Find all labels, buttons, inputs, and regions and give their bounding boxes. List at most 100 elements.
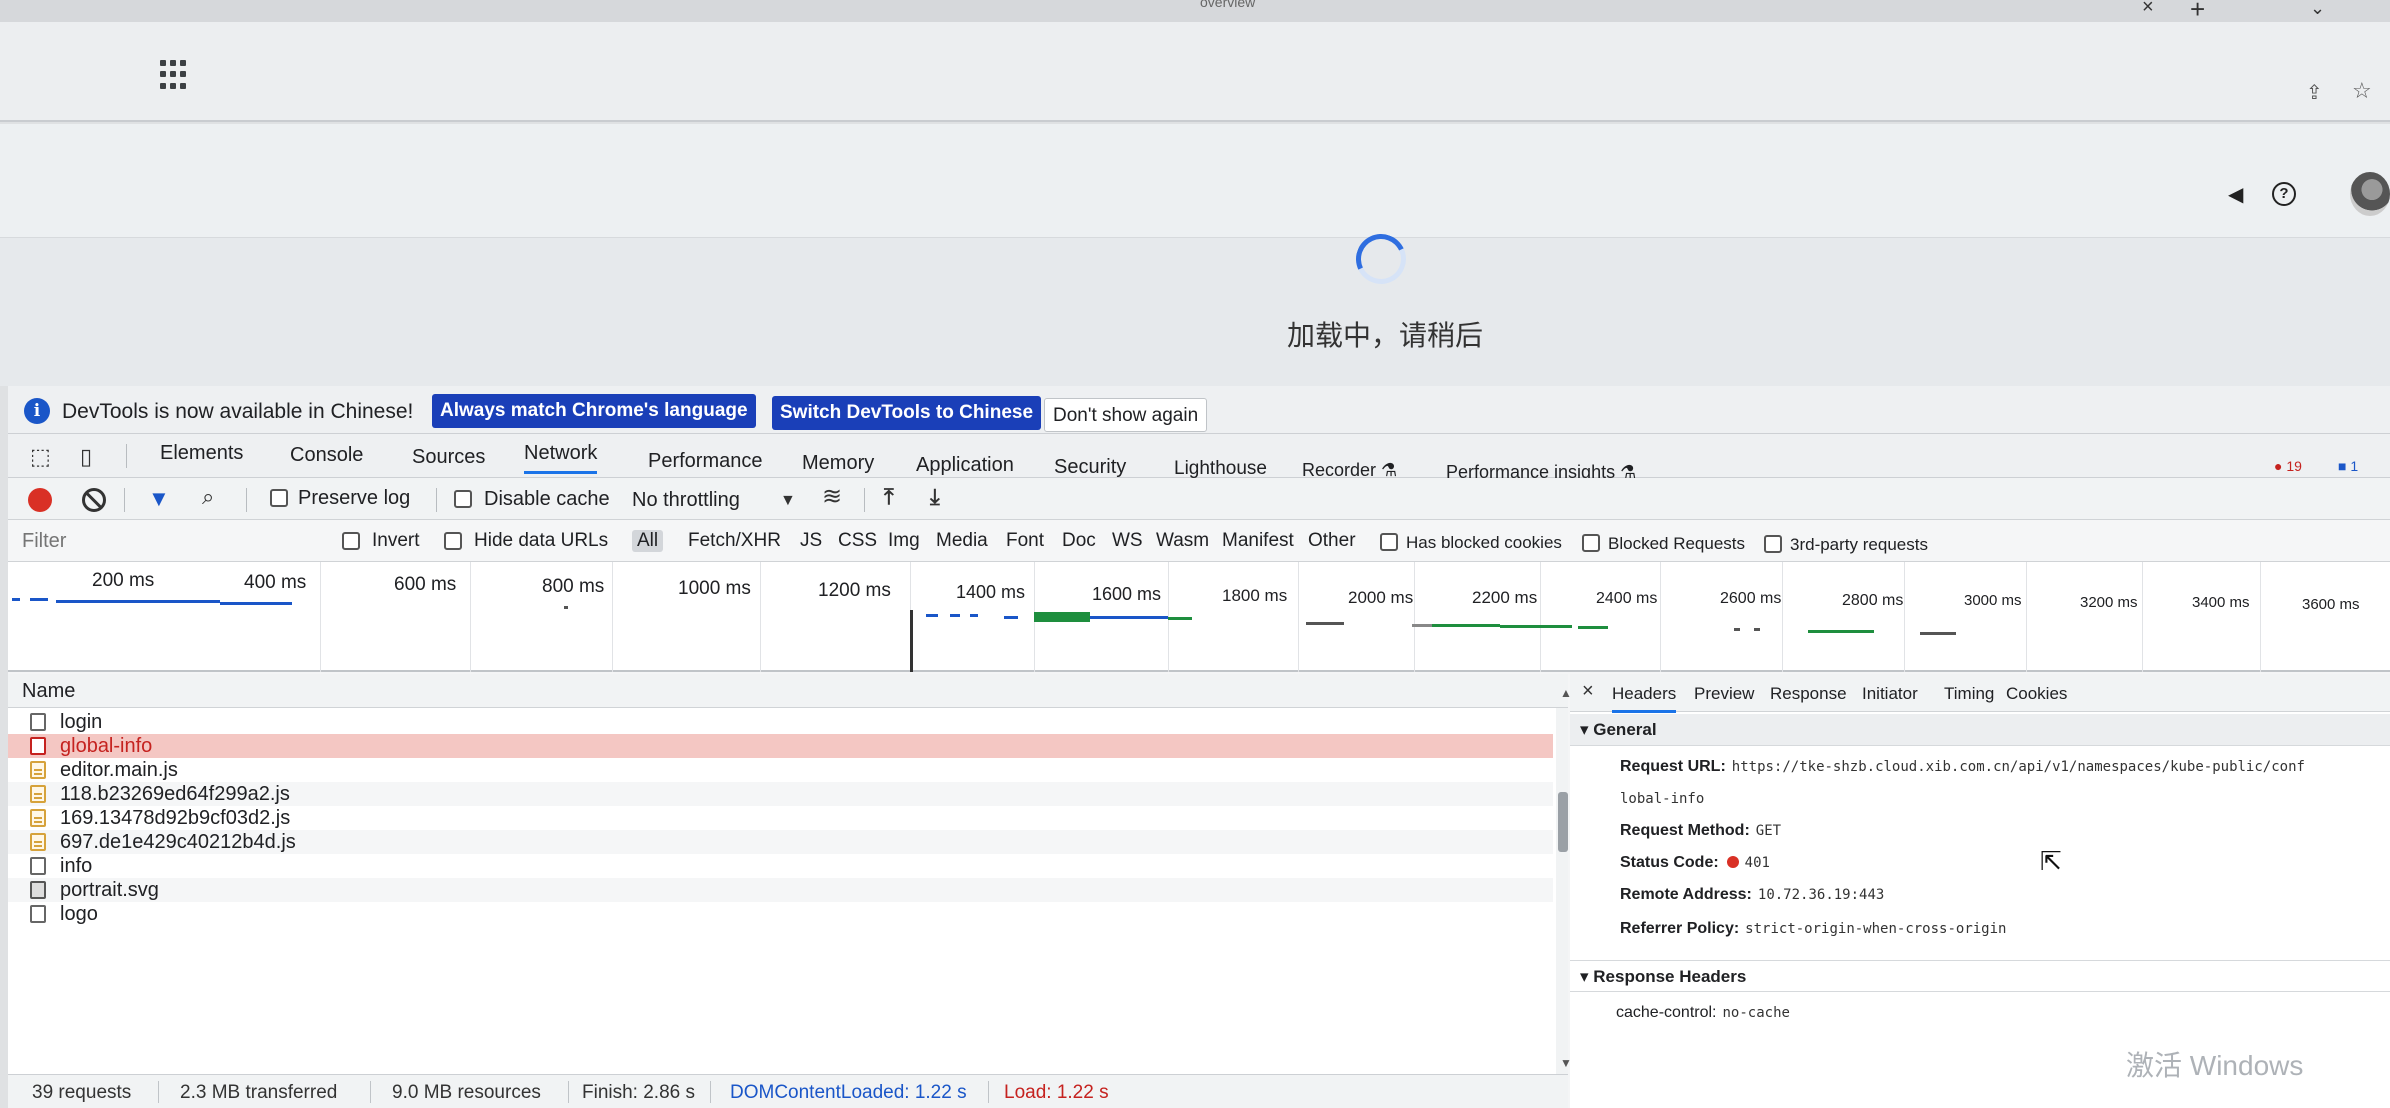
close-tab-icon[interactable]: × [2142,0,2154,19]
filter-funnel-icon[interactable]: ▼ [148,486,170,512]
disable-cache-checkbox[interactable] [454,490,472,508]
share-icon[interactable]: ⇪ [2306,80,2323,105]
apps-grid-icon[interactable] [160,60,190,90]
blocked-requests-label: Blocked Requests [1608,534,1746,553]
response-headers-section-header[interactable]: ▾ Response Headers [1570,960,2390,992]
invert-checkbox[interactable] [342,532,360,550]
device-toolbar-icon[interactable]: ▯ [80,444,92,470]
request-row[interactable]: portrait.svg [8,878,1553,902]
blocked-requests-checkbox[interactable] [1582,534,1600,552]
timeline-bar [220,602,292,605]
message-count-badge[interactable]: ■ 1 [2338,458,2358,474]
inspect-element-icon[interactable]: ⬚ [30,444,51,470]
finish-time: Finish: 2.86 s [582,1082,695,1103]
request-row[interactable]: login [8,710,1553,734]
column-name-header[interactable]: Name [22,680,75,703]
type-filter-ws[interactable]: WS [1112,530,1143,552]
import-har-icon[interactable]: ⤒ [884,484,894,510]
type-filter-font[interactable]: Font [1006,530,1044,552]
tab-memory[interactable]: Memory [802,452,874,475]
timeline-gridline [1782,562,1783,672]
tab-console[interactable]: Console [290,444,363,467]
help-icon[interactable]: ? [2272,182,2296,206]
request-row[interactable]: info [8,854,1553,878]
announcement-icon[interactable]: ◀ [2228,182,2243,207]
type-filter-fetch-xhr[interactable]: Fetch/XHR [688,530,781,552]
export-har-icon[interactable]: ⤓ [930,484,940,510]
status-code-value: 401 [1744,855,1770,871]
timeline-bar [56,600,220,603]
web-page: ◀ ? 加载中，请稍后 [0,124,2390,386]
type-filter-media[interactable]: Media [936,530,988,552]
timeline-bar [1432,624,1500,627]
document-icon [30,905,46,923]
dont-show-again-button[interactable]: Don't show again [1044,398,1208,432]
request-row[interactable]: editor.main.js [8,758,1553,782]
hide-data-urls-checkbox[interactable] [444,532,462,550]
timeline-tick: 2600 ms [1720,590,1782,607]
tab-security[interactable]: Security [1054,456,1126,479]
toolbar-divider [124,488,125,512]
tab-network[interactable]: Network [524,442,598,474]
timeline-tick: 2200 ms [1472,588,1538,607]
status-code-key: Status Code: [1620,854,1719,871]
request-name: logo [60,903,98,925]
browser-tab-title[interactable]: overview [1200,0,1255,10]
record-button[interactable] [28,488,52,512]
tab-headers[interactable]: Headers [1612,684,1677,713]
request-list-scrollbar[interactable] [1556,708,1568,1074]
close-details-icon[interactable]: × [1582,680,1594,703]
tab-timing[interactable]: Timing [1944,684,1994,704]
preserve-log-checkbox[interactable] [270,489,288,507]
timeline-tick: 200 ms [92,570,155,591]
switch-to-chinese-button[interactable]: Switch DevTools to Chinese [772,396,1042,430]
request-url-continuation: lobal-info [1620,790,1704,808]
type-filter-img[interactable]: Img [888,530,920,552]
type-filter-other[interactable]: Other [1308,530,1356,552]
request-method-key: Request Method: [1620,822,1750,839]
error-count-badge[interactable]: ● 19 [2274,458,2302,474]
search-icon[interactable]: ⌕ [202,484,214,510]
tab-elements[interactable]: Elements [160,442,243,465]
status-code-row: Status Code: 401 [1620,854,1770,872]
tab-cookies[interactable]: Cookies [2006,684,2067,704]
tab-preview[interactable]: Preview [1694,684,1754,704]
type-filter-wasm[interactable]: Wasm [1156,530,1209,552]
type-filter-css[interactable]: CSS [838,530,877,552]
request-row[interactable]: 697.de1e429c40212b4d.js [8,830,1553,854]
bookmark-star-icon[interactable]: ☆ [2352,78,2372,104]
type-filter-all[interactable]: All [632,530,664,552]
request-name: portrait.svg [60,879,159,901]
type-filter-js[interactable]: JS [800,530,822,552]
network-overview-timeline[interactable]: 200 ms 400 ms 600 ms 800 ms 1000 ms 1200… [8,562,2390,672]
user-avatar[interactable] [2350,172,2390,216]
tab-application[interactable]: Application [916,454,1014,477]
request-row[interactable]: logo [8,902,1553,926]
tab-initiator[interactable]: Initiator [1862,684,1918,704]
network-conditions-icon[interactable]: ≋ [822,482,842,511]
remote-address-row: Remote Address: 10.72.36.19:443 [1620,886,1884,904]
type-filter-doc[interactable]: Doc [1062,530,1096,552]
request-row-selected-error[interactable]: global-info [8,734,1553,758]
always-match-language-button[interactable]: Always match Chrome's language [432,394,756,428]
request-row[interactable]: 118.b23269ed64f299a2.js [8,782,1553,806]
has-blocked-cookies-checkbox[interactable] [1380,533,1398,551]
clear-button[interactable] [82,488,106,512]
filter-input[interactable] [16,526,336,556]
disable-cache-label: Disable cache [484,488,610,510]
third-party-requests-checkbox[interactable] [1764,535,1782,553]
scrollbar-thumb[interactable] [1558,792,1568,852]
tab-response[interactable]: Response [1770,684,1847,704]
request-url-value-cont: lobal-info [1620,791,1705,807]
general-section-header[interactable]: ▾ General [1570,714,2390,746]
details-tabs: × Headers Preview Response Initiator Tim… [1570,674,2390,713]
load-time: Load: 1.22 s [1004,1082,1109,1103]
tab-search-icon[interactable]: ⌄ [2310,0,2325,19]
tab-sources[interactable]: Sources [412,446,485,469]
request-row[interactable]: 169.13478d92b9cf03d2.js [8,806,1553,830]
type-filter-manifest[interactable]: Manifest [1222,530,1294,552]
tab-lighthouse[interactable]: Lighthouse [1174,458,1267,480]
throttling-dropdown-icon[interactable]: ▼ [780,492,796,510]
tab-performance[interactable]: Performance [648,450,763,473]
throttling-select[interactable]: No throttling [632,489,740,512]
